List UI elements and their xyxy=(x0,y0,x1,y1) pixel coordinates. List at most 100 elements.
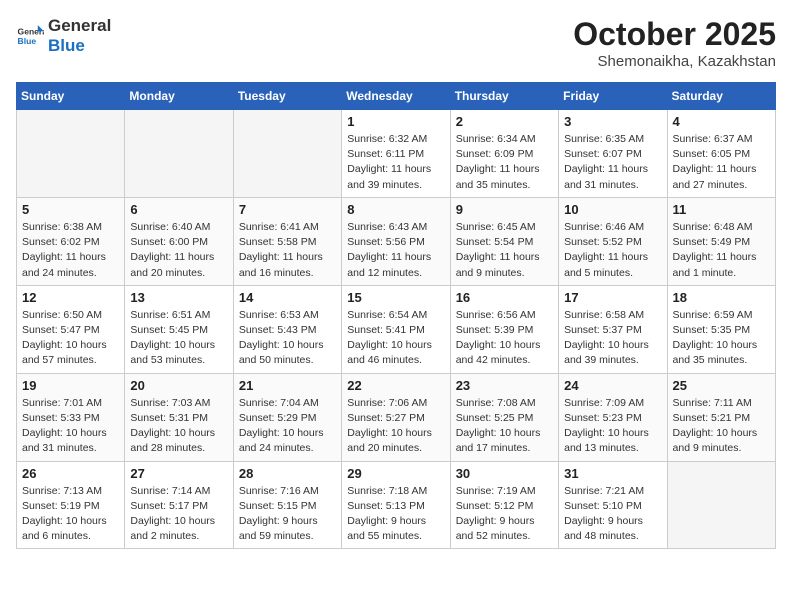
day-info: Sunrise: 6:48 AM Sunset: 5:49 PM Dayligh… xyxy=(673,220,770,281)
day-number: 26 xyxy=(22,466,119,481)
day-info: Sunrise: 7:14 AM Sunset: 5:17 PM Dayligh… xyxy=(130,484,227,545)
calendar-week-row: 1 Sunrise: 6:32 AM Sunset: 6:11 PM Daylig… xyxy=(17,110,776,198)
location-subtitle: Shemonaikha, Kazakhstan xyxy=(573,53,776,70)
logo-blue: Blue xyxy=(48,36,111,56)
day-number: 29 xyxy=(347,466,444,481)
calendar-cell: 19 Sunrise: 7:01 AM Sunset: 5:33 PM Dayli… xyxy=(17,373,125,461)
day-number: 5 xyxy=(22,202,119,217)
calendar-cell: 21 Sunrise: 7:04 AM Sunset: 5:29 PM Dayli… xyxy=(233,373,341,461)
day-info: Sunrise: 6:56 AM Sunset: 5:39 PM Dayligh… xyxy=(456,308,553,369)
day-number: 6 xyxy=(130,202,227,217)
page-header: General Blue General Blue October 2025 S… xyxy=(16,16,776,70)
day-number: 30 xyxy=(456,466,553,481)
day-number: 20 xyxy=(130,378,227,393)
day-info: Sunrise: 7:06 AM Sunset: 5:27 PM Dayligh… xyxy=(347,396,444,457)
day-number: 13 xyxy=(130,290,227,305)
calendar-cell: 22Sunrise: 7:06 AM Sunset: 5:27 PM Dayli… xyxy=(342,373,450,461)
weekday-header-saturday: Saturday xyxy=(667,83,775,110)
day-info: Sunrise: 7:21 AM Sunset: 5:10 PM Dayligh… xyxy=(564,484,661,545)
day-info: Sunrise: 6:38 AM Sunset: 6:02 PM Dayligh… xyxy=(22,220,119,281)
day-number: 15 xyxy=(347,290,444,305)
calendar-cell: 4Sunrise: 6:37 AM Sunset: 6:05 PM Daylig… xyxy=(667,110,775,198)
weekday-header-thursday: Thursday xyxy=(450,83,558,110)
day-info: Sunrise: 7:18 AM Sunset: 5:13 PM Dayligh… xyxy=(347,484,444,545)
calendar-cell: 29 Sunrise: 7:18 AM Sunset: 5:13 PM Dayli… xyxy=(342,461,450,549)
calendar-cell: 18Sunrise: 6:59 AM Sunset: 5:35 PM Dayli… xyxy=(667,285,775,373)
day-number: 16 xyxy=(456,290,553,305)
calendar-week-row: 12 Sunrise: 6:50 AM Sunset: 5:47 PM Dayli… xyxy=(17,285,776,373)
day-info: Sunrise: 7:08 AM Sunset: 5:25 PM Dayligh… xyxy=(456,396,553,457)
day-info: Sunrise: 6:58 AM Sunset: 5:37 PM Dayligh… xyxy=(564,308,661,369)
day-info: Sunrise: 7:11 AM Sunset: 5:21 PM Dayligh… xyxy=(673,396,770,457)
calendar-cell: 5 Sunrise: 6:38 AM Sunset: 6:02 PM Daylig… xyxy=(17,197,125,285)
logo-general: General xyxy=(48,16,111,36)
day-number: 8 xyxy=(347,202,444,217)
day-info: Sunrise: 7:01 AM Sunset: 5:33 PM Dayligh… xyxy=(22,396,119,457)
calendar-cell: 13 Sunrise: 6:51 AM Sunset: 5:45 PM Dayli… xyxy=(125,285,233,373)
calendar-cell xyxy=(233,110,341,198)
calendar-cell: 31 Sunrise: 7:21 AM Sunset: 5:10 PM Dayli… xyxy=(559,461,667,549)
day-info: Sunrise: 6:45 AM Sunset: 5:54 PM Dayligh… xyxy=(456,220,553,281)
calendar-cell: 28Sunrise: 7:16 AM Sunset: 5:15 PM Dayli… xyxy=(233,461,341,549)
day-number: 19 xyxy=(22,378,119,393)
calendar-cell: 16 Sunrise: 6:56 AM Sunset: 5:39 PM Dayli… xyxy=(450,285,558,373)
calendar-cell: 20 Sunrise: 7:03 AM Sunset: 5:31 PM Dayli… xyxy=(125,373,233,461)
day-number: 25 xyxy=(673,378,770,393)
day-number: 21 xyxy=(239,378,336,393)
calendar-cell: 12 Sunrise: 6:50 AM Sunset: 5:47 PM Dayli… xyxy=(17,285,125,373)
calendar-cell: 27Sunrise: 7:14 AM Sunset: 5:17 PM Dayli… xyxy=(125,461,233,549)
calendar-cell: 30 Sunrise: 7:19 AM Sunset: 5:12 PM Dayli… xyxy=(450,461,558,549)
calendar-cell: 17 Sunrise: 6:58 AM Sunset: 5:37 PM Dayli… xyxy=(559,285,667,373)
day-info: Sunrise: 7:04 AM Sunset: 5:29 PM Dayligh… xyxy=(239,396,336,457)
day-number: 28 xyxy=(239,466,336,481)
day-info: Sunrise: 6:43 AM Sunset: 5:56 PM Dayligh… xyxy=(347,220,444,281)
day-number: 12 xyxy=(22,290,119,305)
day-info: Sunrise: 6:54 AM Sunset: 5:41 PM Dayligh… xyxy=(347,308,444,369)
day-number: 3 xyxy=(564,114,661,129)
day-number: 10 xyxy=(564,202,661,217)
day-info: Sunrise: 7:09 AM Sunset: 5:23 PM Dayligh… xyxy=(564,396,661,457)
weekday-header-monday: Monday xyxy=(125,83,233,110)
weekday-header-sunday: Sunday xyxy=(17,83,125,110)
day-number: 31 xyxy=(564,466,661,481)
day-info: Sunrise: 6:32 AM Sunset: 6:11 PM Dayligh… xyxy=(347,132,444,193)
logo: General Blue General Blue xyxy=(16,16,111,55)
day-number: 24 xyxy=(564,378,661,393)
day-number: 11 xyxy=(673,202,770,217)
logo-icon: General Blue xyxy=(16,22,44,50)
day-number: 9 xyxy=(456,202,553,217)
calendar-cell: 10 Sunrise: 6:46 AM Sunset: 5:52 PM Dayli… xyxy=(559,197,667,285)
calendar-cell: 11 Sunrise: 6:48 AM Sunset: 5:49 PM Dayli… xyxy=(667,197,775,285)
svg-text:Blue: Blue xyxy=(18,35,37,45)
calendar-cell: 24 Sunrise: 7:09 AM Sunset: 5:23 PM Dayli… xyxy=(559,373,667,461)
day-info: Sunrise: 6:53 AM Sunset: 5:43 PM Dayligh… xyxy=(239,308,336,369)
calendar-cell: 3Sunrise: 6:35 AM Sunset: 6:07 PM Daylig… xyxy=(559,110,667,198)
day-number: 1 xyxy=(347,114,444,129)
day-number: 17 xyxy=(564,290,661,305)
day-info: Sunrise: 7:19 AM Sunset: 5:12 PM Dayligh… xyxy=(456,484,553,545)
calendar-cell: 8 Sunrise: 6:43 AM Sunset: 5:56 PM Daylig… xyxy=(342,197,450,285)
calendar-cell: 1 Sunrise: 6:32 AM Sunset: 6:11 PM Daylig… xyxy=(342,110,450,198)
title-block: October 2025 Shemonaikha, Kazakhstan xyxy=(573,16,776,70)
calendar-cell xyxy=(17,110,125,198)
day-info: Sunrise: 6:59 AM Sunset: 5:35 PM Dayligh… xyxy=(673,308,770,369)
day-number: 7 xyxy=(239,202,336,217)
weekday-header-row: SundayMondayTuesdayWednesdayThursdayFrid… xyxy=(17,83,776,110)
weekday-header-tuesday: Tuesday xyxy=(233,83,341,110)
calendar-week-row: 19 Sunrise: 7:01 AM Sunset: 5:33 PM Dayli… xyxy=(17,373,776,461)
day-info: Sunrise: 7:03 AM Sunset: 5:31 PM Dayligh… xyxy=(130,396,227,457)
calendar-cell: 23 Sunrise: 7:08 AM Sunset: 5:25 PM Dayli… xyxy=(450,373,558,461)
day-info: Sunrise: 6:46 AM Sunset: 5:52 PM Dayligh… xyxy=(564,220,661,281)
calendar-table: SundayMondayTuesdayWednesdayThursdayFrid… xyxy=(16,82,776,549)
calendar-week-row: 5 Sunrise: 6:38 AM Sunset: 6:02 PM Daylig… xyxy=(17,197,776,285)
day-number: 23 xyxy=(456,378,553,393)
day-info: Sunrise: 6:50 AM Sunset: 5:47 PM Dayligh… xyxy=(22,308,119,369)
day-info: Sunrise: 6:51 AM Sunset: 5:45 PM Dayligh… xyxy=(130,308,227,369)
day-number: 2 xyxy=(456,114,553,129)
calendar-cell: 9 Sunrise: 6:45 AM Sunset: 5:54 PM Daylig… xyxy=(450,197,558,285)
calendar-cell: 2Sunrise: 6:34 AM Sunset: 6:09 PM Daylig… xyxy=(450,110,558,198)
calendar-cell xyxy=(667,461,775,549)
weekday-header-wednesday: Wednesday xyxy=(342,83,450,110)
day-info: Sunrise: 6:37 AM Sunset: 6:05 PM Dayligh… xyxy=(673,132,770,193)
month-year-title: October 2025 xyxy=(573,16,776,53)
